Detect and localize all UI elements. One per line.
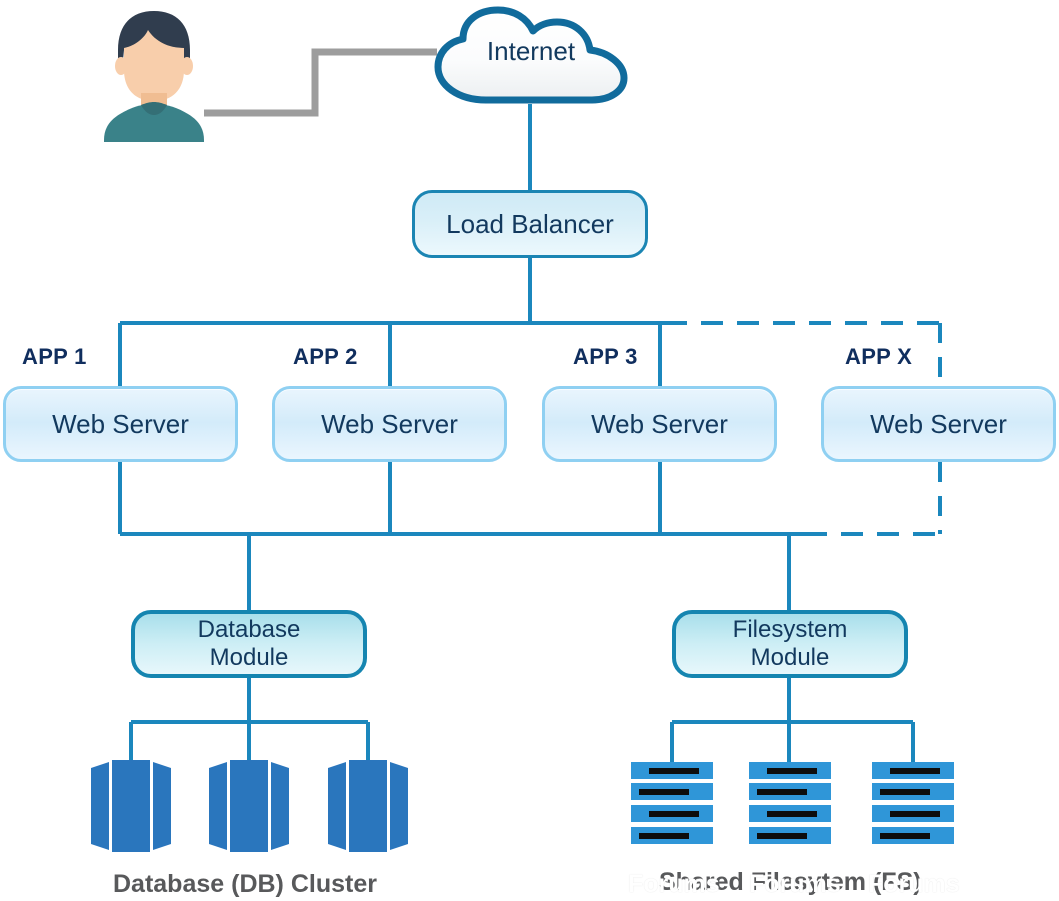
web-server-label-1: Web Server: [52, 408, 189, 439]
app-label-2: APP 2: [293, 344, 358, 369]
web-server-node-x[interactable]: Web Server: [821, 386, 1056, 462]
web-server-node-3[interactable]: Web Server: [542, 386, 777, 462]
app-label-x: APP X: [845, 344, 913, 369]
server-rack-icon: [749, 762, 831, 844]
filesystem-module-node[interactable]: Filesystem Module: [672, 610, 908, 678]
app-label-3: APP 3: [573, 344, 638, 369]
person-avatar-icon: [104, 11, 204, 142]
database-cylinder-icon: [209, 760, 289, 852]
database-module-label-line1: Database: [197, 615, 301, 643]
filesystem-module-label-line2: Module: [750, 644, 830, 671]
filesystem-module-label-line1: Filesystem: [732, 615, 848, 643]
database-cluster-caption: Database (DB) Cluster: [113, 870, 377, 898]
database-module-label-line2: Module: [209, 644, 289, 671]
architecture-diagram: Internet Load Balancer APP 1 APP 2 APP 3…: [0, 0, 1059, 901]
web-server-node-2[interactable]: Web Server: [272, 386, 507, 462]
forums-caption-1: Forums: [628, 870, 720, 898]
server-rack-icon: [872, 762, 954, 844]
forums-caption-2: Forums: [749, 870, 841, 898]
web-server-label-2: Web Server: [321, 408, 458, 439]
load-balancer-node[interactable]: Load Balancer: [412, 190, 648, 258]
web-server-label-x: Web Server: [870, 408, 1007, 439]
web-server-node-1[interactable]: Web Server: [3, 386, 238, 462]
app-label-1: APP 1: [22, 344, 87, 369]
load-balancer-label: Load Balancer: [446, 208, 614, 239]
server-rack-icon: [631, 762, 713, 844]
internet-label: Internet: [486, 36, 576, 66]
database-cylinder-icon: [328, 760, 408, 852]
web-server-label-3: Web Server: [591, 408, 728, 439]
database-cylinder-icon: [91, 760, 171, 852]
database-module-node[interactable]: Database Module: [131, 610, 367, 678]
forums-caption-3: Forums: [868, 870, 960, 898]
wire-user-to-internet: [204, 48, 437, 117]
